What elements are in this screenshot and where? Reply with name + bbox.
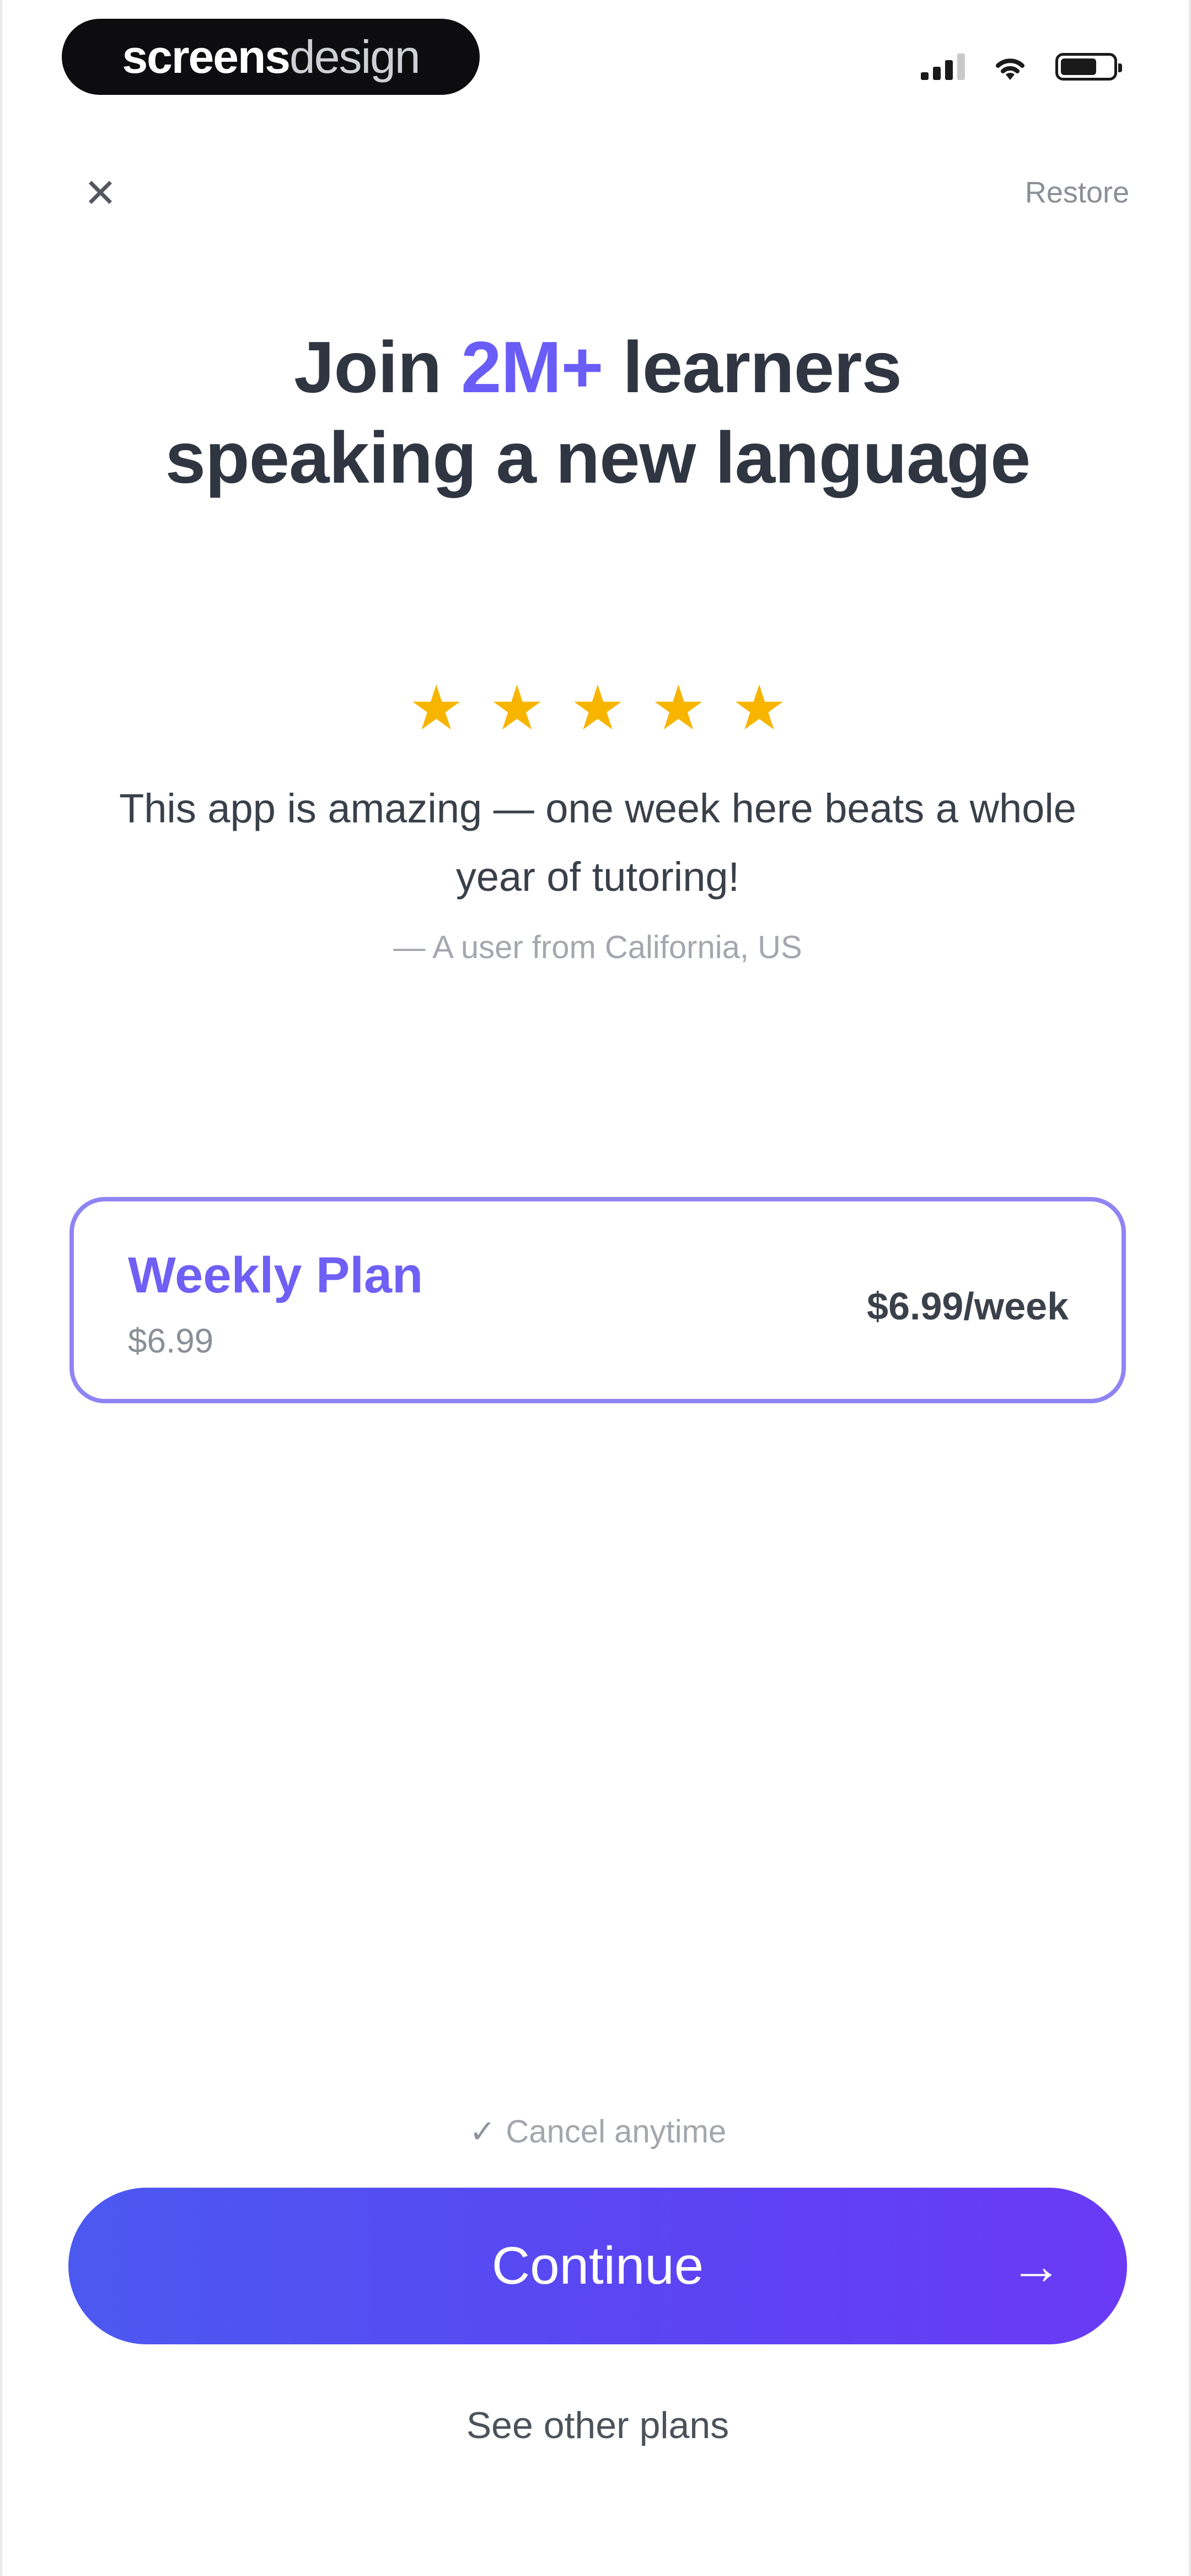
plan-total-price: $6.99	[128, 1322, 214, 1360]
star-icon: ★	[408, 674, 464, 742]
close-button[interactable]: ✕	[78, 171, 122, 216]
status-icons	[921, 47, 1122, 86]
signal-icon	[921, 54, 965, 80]
continue-button[interactable]: Continue →	[68, 2188, 1127, 2344]
cancel-anytime-note: ✓ Cancel anytime	[2, 2113, 1191, 2150]
star-icon: ★	[731, 674, 787, 742]
review-quote: This app is amazing — one week here beat…	[119, 785, 1076, 900]
paywall-screen: screens design ✕ Restore Join 2M+ learner…	[0, 0, 1191, 2576]
plan-price-per-week: $6.99/week	[867, 1285, 1069, 1328]
headline-line-2: speaking a new language	[165, 417, 1031, 498]
headline-accent: 2M+	[461, 327, 603, 408]
headline: Join 2M+ learners speaking a new languag…	[2, 322, 1191, 503]
battery-icon	[1055, 53, 1122, 81]
plan-option-weekly[interactable]: Weekly Plan $6.99 $6.99/week	[69, 1197, 1126, 1403]
brand-light-text: design	[289, 30, 421, 83]
brand-bold-text: screens	[122, 30, 291, 83]
headline-line-1: Join 2M+ learners	[294, 327, 902, 408]
cancel-anytime-text: Cancel anytime	[506, 2114, 727, 2150]
brand-logo: screens design	[62, 19, 480, 95]
plan-name: Weekly Plan	[128, 1247, 423, 1303]
continue-label: Continue	[491, 2236, 704, 2295]
star-icon: ★	[489, 674, 545, 742]
star-icon: ★	[570, 674, 626, 742]
review-attribution: — A user from California, US	[393, 929, 802, 965]
star-icon: ★	[651, 674, 706, 742]
close-icon: ✕	[83, 172, 117, 216]
restore-button[interactable]: Restore	[1025, 175, 1129, 210]
see-other-plans-link[interactable]: See other plans	[2, 2404, 1191, 2447]
wifi-icon	[996, 58, 1024, 80]
arrow-right-icon: →	[1010, 2237, 1062, 2295]
check-icon: ✓	[469, 2114, 496, 2150]
star-rating: ★ ★ ★ ★ ★	[2, 677, 1191, 739]
